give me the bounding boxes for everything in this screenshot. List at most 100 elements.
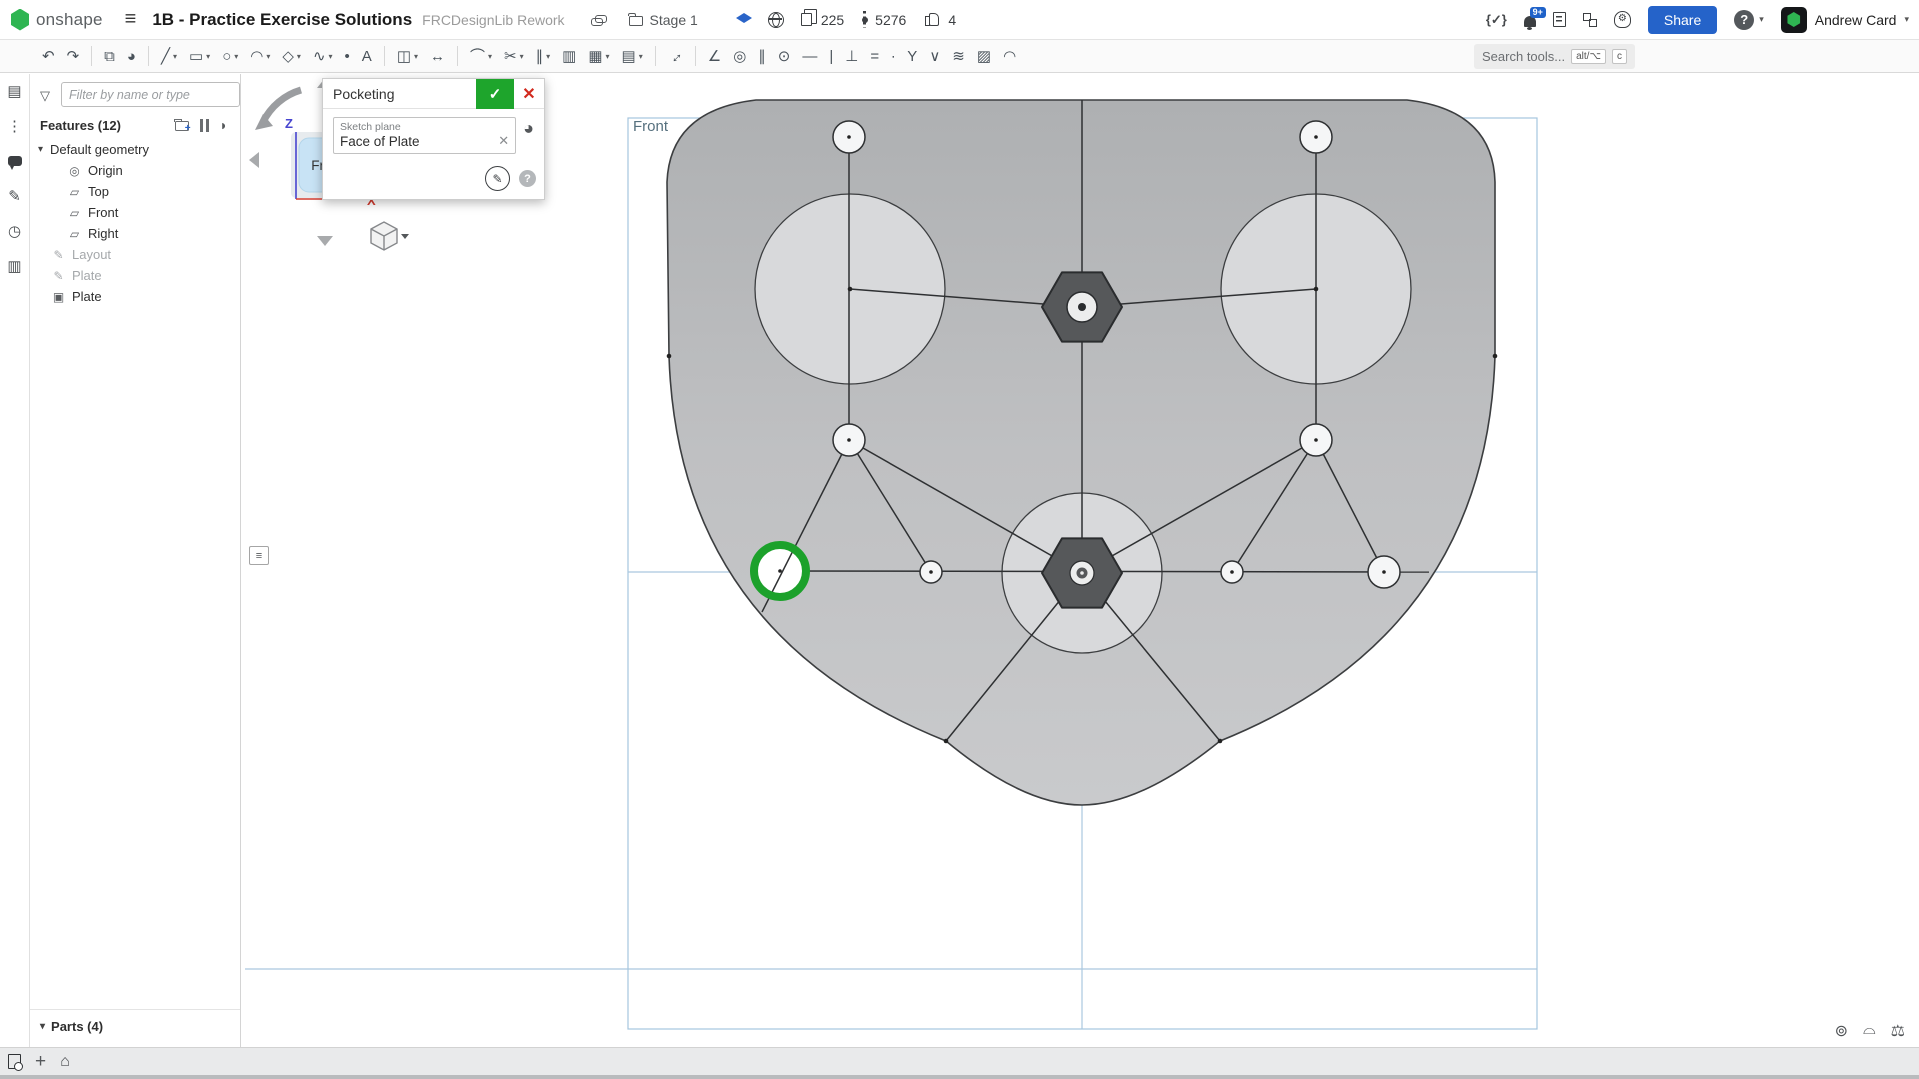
clear-selection-icon[interactable]: ✕ (498, 133, 509, 149)
edit-sketch-icon[interactable]: ✎ (485, 166, 510, 191)
toolbar-coincident-button[interactable]: ∠ (704, 43, 725, 69)
tasks-icon[interactable] (1553, 12, 1566, 27)
search-tools-input[interactable]: Search tools... alt/⌥ c (1474, 44, 1635, 69)
history-icon[interactable]: ◗ (220, 117, 228, 133)
toolbar-concentric-button[interactable]: ◎ (729, 43, 750, 69)
share-button[interactable]: Share (1648, 6, 1717, 34)
toolbar-arc-button[interactable]: ◠▾ (246, 43, 274, 69)
link-icon[interactable] (591, 14, 607, 26)
rotate-left-arrow-icon[interactable] (263, 90, 301, 122)
avatar[interactable] (1781, 7, 1807, 33)
new-tab-button[interactable]: + (35, 1052, 46, 1071)
toolbar-normal-button[interactable]: Y (903, 43, 921, 69)
main-menu-icon[interactable]: ≡ (125, 8, 137, 31)
document-title[interactable]: 1B - Practice Exercise Solutions (152, 10, 412, 30)
caret-down-icon[interactable]: ▾ (38, 144, 50, 155)
rotate-down-icon[interactable] (317, 236, 333, 246)
user-menu-caret-icon[interactable]: ▾ (1904, 14, 1909, 25)
dropdown-caret-icon[interactable]: ▾ (520, 52, 524, 61)
dropdown-caret-icon[interactable]: ▾ (606, 52, 610, 61)
uses-icon[interactable] (863, 11, 866, 28)
parts-caret-icon[interactable]: ▾ (40, 1021, 45, 1032)
dropdown-caret-icon[interactable]: ▾ (297, 52, 301, 61)
dropdown-caret-icon[interactable]: ▾ (329, 52, 333, 61)
dropdown-caret-icon[interactable]: ▾ (639, 52, 643, 61)
toolbar-pattern-button[interactable]: ▥ (558, 43, 580, 69)
feature-row-default-geometry[interactable]: ▾Default geometry (30, 139, 240, 160)
toolbar-vertical-button[interactable]: | (825, 43, 837, 69)
toolbar-parallel-button[interactable]: ∥ (754, 43, 770, 69)
feature-row-origin[interactable]: ◎Origin (30, 160, 240, 181)
toolbar-dimension-button[interactable]: ↔ (426, 43, 449, 69)
feature-row-right[interactable]: ▱Right (30, 223, 240, 244)
toolbar-grid-pattern-button[interactable]: ▦▾ (584, 43, 613, 69)
toolbar-midpoint-button[interactable]: ∙ (887, 43, 899, 69)
feature-row-plate[interactable]: ▣Plate (30, 286, 240, 307)
feature-row-top[interactable]: ▱Top (30, 181, 240, 202)
toolbar-trim-button[interactable]: ✂▾ (500, 43, 528, 69)
strip-checklist-button[interactable]: ▥ (7, 257, 21, 275)
toolbar-undo-button[interactable]: ↶ (38, 43, 59, 69)
tape-measure-icon[interactable]: ⊚ (1835, 1021, 1848, 1041)
rotate-left-icon[interactable] (249, 152, 259, 168)
toolbar-transform-button[interactable]: ↔ (664, 43, 687, 69)
help-caret-icon[interactable]: ▾ (1759, 14, 1764, 25)
toolbar-polygon-button[interactable]: ◇▾ (278, 43, 305, 69)
filter-input[interactable] (61, 82, 240, 107)
dialog-cancel-button[interactable]: ✕ (514, 79, 544, 109)
strip-notes-button[interactable]: ✎ (8, 187, 21, 205)
dropdown-caret-icon[interactable]: ▾ (206, 52, 210, 61)
dropdown-caret-icon[interactable]: ▾ (414, 52, 418, 61)
feature-row-front[interactable]: ▱Front (30, 202, 240, 223)
toolbar-use-pie-button[interactable]: ◕ (123, 43, 140, 69)
toolbar-fillet-button[interactable]: ⌒▾ (466, 43, 496, 69)
dropdown-caret-icon[interactable]: ▾ (488, 52, 492, 61)
toolbar-line-button[interactable]: ╱▾ (157, 43, 181, 69)
sketch-plane-field[interactable]: Sketch plane Face of Plate ✕ (333, 117, 516, 154)
protractor-icon[interactable]: ⌓ (1863, 1021, 1876, 1041)
apps-icon[interactable] (1583, 13, 1597, 27)
toolbar-equal-button[interactable]: = (866, 43, 883, 69)
education-icon[interactable] (736, 13, 753, 26)
toolbar-curve-pattern-button[interactable]: ≋ (948, 43, 969, 69)
final-state-icon[interactable]: ◕ (523, 117, 534, 139)
toolbar-copy-doc-button[interactable]: ⧉ (100, 43, 119, 69)
toolbar-export-face-button[interactable]: ▤▾ (618, 43, 647, 69)
strip-insert-button[interactable]: ⋮ (7, 117, 22, 135)
tab-search-icon[interactable] (8, 1054, 21, 1069)
onshape-logo-icon[interactable] (10, 9, 30, 31)
notifications-icon[interactable]: 9+ (1524, 16, 1536, 27)
isometric-view-icon[interactable] (371, 222, 397, 250)
copies-icon[interactable] (801, 13, 812, 26)
filter-icon[interactable] (40, 90, 54, 99)
mass-properties-icon[interactable]: ⚖ (1891, 1021, 1905, 1041)
strip-history-button[interactable]: ◷ (8, 222, 21, 240)
likes-icon[interactable] (925, 13, 939, 26)
new-folder-icon[interactable] (175, 121, 189, 131)
toolbar-point-button[interactable]: • (341, 43, 354, 69)
model-canvas[interactable]: Front ≡ (241, 74, 1919, 1047)
model-viewport[interactable] (241, 74, 1919, 1047)
strip-feature-tree-button[interactable]: ▤ (7, 82, 21, 100)
user-name[interactable]: Andrew Card (1815, 12, 1897, 28)
feature-row-plate[interactable]: ✎Plate (30, 265, 240, 286)
toolbar-spline-button[interactable]: ∿▾ (309, 43, 337, 69)
toolbar-perpendicular-button[interactable]: ⊥ (841, 43, 862, 69)
toolbar-tangent-button[interactable]: ⊙ (774, 43, 795, 69)
strip-comment-button[interactable] (8, 152, 22, 170)
toolbar-rectangle-button[interactable]: ▭▾ (185, 43, 214, 69)
dropdown-caret-icon[interactable]: ▾ (234, 52, 238, 61)
dialog-accept-button[interactable]: ✓ (476, 79, 514, 109)
toolbar-symmetric-button[interactable]: ∨ (925, 43, 944, 69)
toolbar-text-button[interactable]: A (358, 43, 376, 69)
feature-row-layout[interactable]: ✎Layout (30, 244, 240, 265)
toolbar-horizontal-button[interactable]: ― (798, 43, 821, 69)
public-icon[interactable] (768, 12, 784, 28)
gearbox-plate-face[interactable] (667, 100, 1495, 805)
toolbar-circle-button[interactable]: ○▾ (218, 43, 242, 69)
dropdown-caret-icon[interactable]: ▾ (546, 52, 550, 61)
toolbar-hatch-button[interactable]: ▨ (973, 43, 995, 69)
home-icon[interactable]: ⌂ (60, 1053, 70, 1071)
toolbar-dome-button[interactable]: ◠ (999, 43, 1020, 69)
view-menu-caret-icon[interactable] (401, 234, 409, 239)
